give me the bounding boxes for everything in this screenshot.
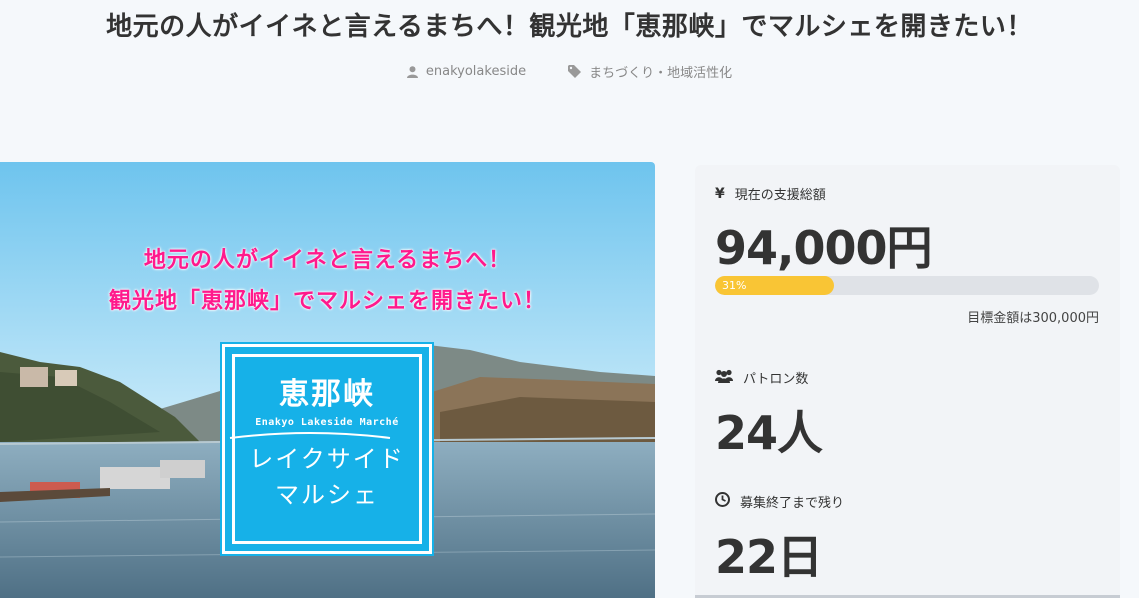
author-name: enakyolakeside (425, 64, 527, 79)
yen-icon: ¥ (715, 185, 725, 202)
funding-value: 94,000円 (715, 221, 933, 275)
tag-icon (568, 65, 582, 78)
category-name: まちづくり・地域活性化 (589, 66, 733, 81)
author-link[interactable]: enakyolakeside (406, 62, 527, 81)
patrons-label: パトロン数 (743, 372, 809, 387)
remaining-label: 募集終了まで残り (740, 496, 845, 511)
user-icon (406, 65, 418, 78)
goal-amount: 目標金額は300,000円 (967, 311, 1099, 326)
funding-stats-panel: ¥ 現在の支援総額 94,000円 31% 目標金額は300,000円 パトロン… (695, 165, 1120, 598)
hero-headline-line1: 地元の人がイイネと言えるまちへ！ (143, 248, 512, 273)
clock-icon (715, 492, 730, 511)
funding-progress-bar: 31% (715, 276, 1099, 295)
remaining-value: 22日 (715, 530, 823, 584)
project-main-image: 地元の人がイイネと言えるまちへ！ 観光地「恵那峡」でマルシェを開きたい！ 恵那峡… (0, 162, 655, 598)
users-icon (715, 369, 733, 387)
marche-logo: 恵那峡 Enakyo Lakeside Marché レイクサイド マルシェ (220, 342, 434, 556)
patrons-label-row: パトロン数 (715, 368, 808, 387)
funding-label-row: ¥ 現在の支援総額 (715, 184, 826, 204)
project-meta: enakyolakeside まちづくり・地域活性化 (0, 62, 1139, 81)
patrons-value: 24人 (715, 406, 823, 460)
category-link[interactable]: まちづくり・地域活性化 (568, 62, 732, 81)
remaining-label-row: 募集終了まで残り (715, 492, 844, 511)
progress-fill: 31% (715, 276, 835, 295)
funding-label: 現在の支援総額 (734, 188, 826, 203)
project-title: 地元の人がイイネと言えるまちへ！観光地「恵那峡」でマルシェを開きたい！ (106, 12, 1033, 42)
hero-headline-line2: 観光地「恵那峡」でマルシェを開きたい！ (108, 289, 546, 314)
